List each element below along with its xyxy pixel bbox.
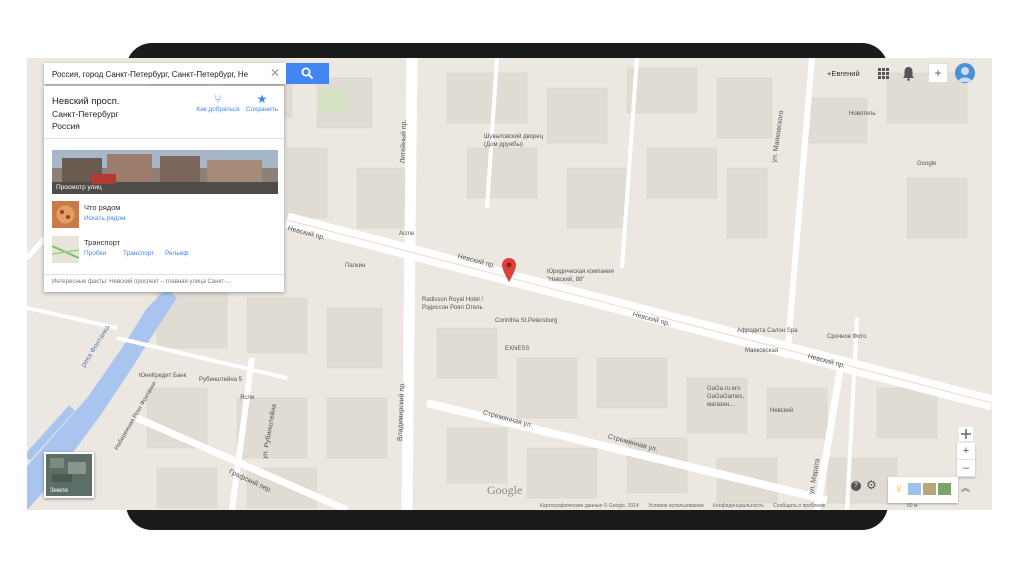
search-button[interactable] xyxy=(286,63,329,84)
google-logo: Google xyxy=(487,483,523,497)
apps-grid-icon[interactable] xyxy=(878,68,889,79)
streetview-label: Просмотр улиц xyxy=(56,184,102,191)
poi-label[interactable]: Corinthia St.Petersburg xyxy=(495,318,557,324)
location-pin-icon[interactable] xyxy=(502,258,516,282)
nearby-row[interactable]: Что рядом Искать рядом xyxy=(52,201,278,229)
search-input[interactable] xyxy=(50,66,266,83)
food-thumbnail xyxy=(52,201,79,228)
place-address: Невский просп. Санкт-Петербург Россия xyxy=(52,96,120,132)
star-icon: ★ xyxy=(256,92,268,106)
streetview-thumbnail[interactable]: Просмотр улиц xyxy=(52,150,278,194)
poi-label[interactable]: Ясли xyxy=(240,395,254,401)
search-box[interactable]: ✕ xyxy=(44,63,286,84)
pegman-icon[interactable]: ♀ xyxy=(894,481,904,496)
poi-label[interactable]: Acme xyxy=(399,231,414,237)
scale-bar: 50 м xyxy=(907,503,918,509)
help-icon[interactable]: ? xyxy=(851,481,861,491)
divider xyxy=(44,138,284,139)
poi-label[interactable]: Невский xyxy=(770,408,793,414)
zoom-out-button[interactable]: – xyxy=(957,460,975,477)
footer-copyright: Картографические данные © Google, 2014 xyxy=(540,503,639,509)
transport-link-terrain[interactable]: Рельеф xyxy=(165,250,189,257)
poi-label[interactable]: EXNESS xyxy=(505,346,529,352)
place-city: Санкт-Петербург xyxy=(52,109,119,119)
divider xyxy=(44,274,284,275)
place-panel: Невский просп. Санкт-Петербург Россия ⑂ … xyxy=(44,86,284,292)
map-footer: Картографические данные © Google, 2014 У… xyxy=(540,503,833,509)
poi-label[interactable]: Radisson Royal Hotel / Рэдиссон Роял Оте… xyxy=(422,296,502,312)
directions-button[interactable]: ⑂ Как добраться xyxy=(196,92,240,114)
earth-label: Земля xyxy=(50,488,68,494)
imagery-strip[interactable]: ♀ xyxy=(888,477,958,503)
poi-label[interactable]: ЮниКредит Банк xyxy=(139,373,186,379)
save-button[interactable]: ★ Сохранить xyxy=(240,92,284,114)
user-name-link[interactable]: +Евгений xyxy=(827,69,860,78)
place-country: Россия xyxy=(52,121,80,131)
poi-label[interactable]: Афродита Салон Spa xyxy=(737,328,797,334)
user-avatar-icon xyxy=(958,67,972,82)
footer-privacy-link[interactable]: Конфиденциальность xyxy=(713,503,764,509)
close-icon[interactable]: ✕ xyxy=(270,66,280,80)
poi-label[interactable]: Новотель xyxy=(849,111,875,117)
poi-label[interactable]: GaGa.ru его GaGaGames, магазин... xyxy=(707,385,767,409)
transport-row[interactable]: Транспорт Пробки Транспорт Рельеф xyxy=(52,236,278,264)
photo-thumbnails[interactable] xyxy=(908,483,952,495)
earth-view-toggle[interactable]: Земля xyxy=(44,452,94,498)
share-plus-button[interactable]: + xyxy=(928,63,948,83)
zoom-reset-button[interactable] xyxy=(959,427,973,441)
gear-icon[interactable]: ⚙ xyxy=(866,479,877,491)
zoom-in-button[interactable]: + xyxy=(957,443,975,460)
metro-label[interactable]: Маяковская xyxy=(745,348,778,354)
poi-label[interactable]: Юридическая компания "Невский, 88" xyxy=(547,268,627,284)
save-label: Сохранить xyxy=(245,106,279,113)
nearby-title: Что рядом xyxy=(84,203,121,212)
poi-label[interactable]: Шуваловский дворец (Дом дружбы) xyxy=(484,133,544,149)
chevron-up-icon[interactable]: ︽ xyxy=(961,481,970,494)
poi-label[interactable]: Срочное Фото xyxy=(827,334,866,340)
directions-icon: ⑂ xyxy=(214,92,222,106)
avatar[interactable] xyxy=(955,63,975,83)
directions-label: Как добраться xyxy=(196,106,240,113)
interesting-facts[interactable]: Интересные факты: Невский проспект – гла… xyxy=(52,279,231,285)
footer-report-link[interactable]: Сообщить о проблеме xyxy=(773,503,825,509)
search-icon xyxy=(301,67,314,80)
place-name: Невский просп. xyxy=(52,96,120,107)
transport-link-transit[interactable]: Транспорт xyxy=(123,250,154,257)
transport-title: Транспорт xyxy=(84,238,121,247)
poi-label[interactable]: Палкин xyxy=(345,263,365,269)
nearby-link[interactable]: Искать рядом xyxy=(84,215,126,222)
bell-icon[interactable] xyxy=(902,66,915,81)
transport-thumbnail xyxy=(52,236,79,263)
poi-label[interactable]: Рубинштейна 5 xyxy=(199,377,242,383)
footer-terms-link[interactable]: Условия использования xyxy=(648,503,704,509)
poi-label[interactable]: Google xyxy=(917,161,936,167)
transport-link-traffic[interactable]: Пробки xyxy=(84,250,106,257)
